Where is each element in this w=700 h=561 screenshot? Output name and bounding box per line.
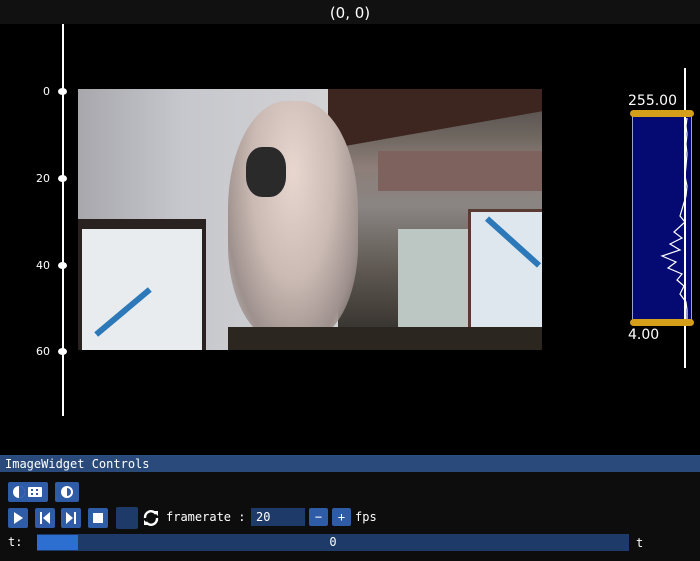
time-label: t: <box>8 535 23 549</box>
colormap-button[interactable] <box>8 482 48 502</box>
framerate-label: framerate : <box>166 510 246 524</box>
controls-panel-title: ImageWidget Controls <box>0 456 700 472</box>
histogram-curve <box>660 117 688 320</box>
stop-button[interactable] <box>88 508 108 528</box>
frame-ledge <box>228 327 542 350</box>
time-slider-value: 0 <box>329 535 337 549</box>
framerate-input[interactable]: 20 <box>251 508 305 526</box>
histogram-max-label: 255.00 <box>628 93 677 109</box>
image-plot-area[interactable]: 0 20 40 60 255.00 4.00 <box>0 24 700 416</box>
play-icon <box>14 512 23 524</box>
y-tick-marker <box>58 175 67 182</box>
time-slider-end-label: t <box>636 536 644 550</box>
y-tick-label: 60 <box>36 345 50 358</box>
frame-beam <box>328 89 542 149</box>
play-button[interactable] <box>8 508 28 528</box>
framerate-decrease-button[interactable]: − <box>309 508 328 526</box>
y-tick-marker <box>58 262 67 269</box>
loop-checkbox[interactable] <box>116 507 138 529</box>
video-frame-image[interactable] <box>78 89 542 350</box>
histogram-max-handle[interactable] <box>630 110 694 117</box>
fps-label: fps <box>355 510 377 524</box>
y-tick-marker <box>58 88 67 95</box>
y-tick-marker <box>58 348 67 355</box>
contrast-icon <box>61 486 73 498</box>
colormap-icon <box>13 486 42 498</box>
framerate-increase-button[interactable]: + <box>332 508 351 526</box>
frame-cockatoo-face <box>246 147 286 197</box>
frame-beam-lower <box>378 151 542 191</box>
frame-window-right <box>468 209 542 335</box>
y-tick-label: 40 <box>36 259 50 272</box>
step-forward-button[interactable] <box>61 508 81 528</box>
step-back-icon <box>40 512 50 524</box>
loop-icon <box>142 509 160 527</box>
y-axis-line <box>62 24 64 416</box>
histogram-min-label: 4.00 <box>628 327 660 343</box>
step-back-button[interactable] <box>35 508 55 528</box>
contrast-button[interactable] <box>55 482 79 502</box>
y-tick-label: 20 <box>36 172 50 185</box>
stop-icon <box>93 513 103 523</box>
y-tick-label: 0 <box>43 85 50 98</box>
step-forward-icon <box>66 512 76 524</box>
coordinate-readout: (0, 0) <box>0 0 700 24</box>
histogram-min-handle[interactable] <box>630 319 694 326</box>
frame-window-mid <box>398 229 468 329</box>
frame-cockatoo <box>228 101 358 341</box>
time-slider[interactable]: 0 <box>37 534 629 551</box>
